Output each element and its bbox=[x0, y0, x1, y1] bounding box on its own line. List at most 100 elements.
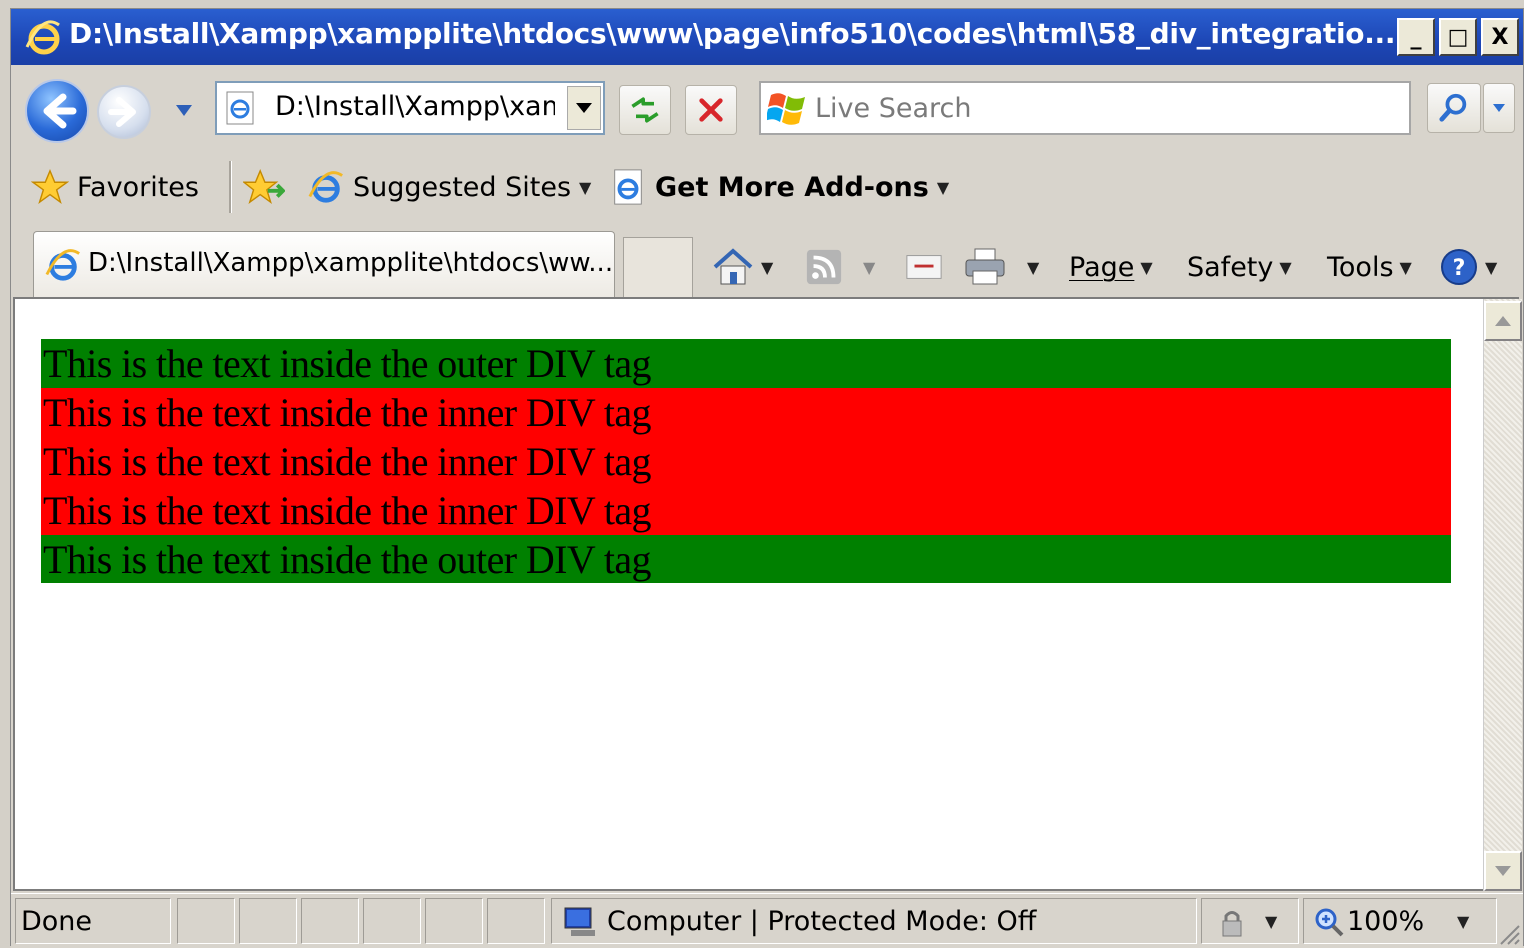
read-mail-button[interactable] bbox=[905, 243, 943, 291]
zoom-icon bbox=[1315, 908, 1344, 937]
print-button[interactable]: ▼ bbox=[963, 243, 1039, 291]
help-button[interactable]: ? ▼ bbox=[1439, 243, 1497, 291]
chevron-down-icon: ▼ bbox=[761, 257, 774, 277]
chevron-down-icon bbox=[1493, 104, 1505, 112]
outer-div-text-top: This is the text inside the outer DIV ta… bbox=[43, 341, 651, 386]
tools-menu-label: Tools bbox=[1327, 251, 1394, 283]
favorites-bar: Favorites Suggested Sites ▼ Get More Add… bbox=[11, 149, 1523, 229]
search-options-button[interactable] bbox=[1483, 83, 1515, 133]
safety-menu[interactable]: Safety ▼ bbox=[1187, 243, 1292, 291]
stop-button[interactable] bbox=[685, 85, 737, 135]
forward-arrow-icon bbox=[108, 97, 136, 127]
ie-logo-icon bbox=[308, 171, 343, 203]
chevron-down-icon bbox=[576, 103, 592, 113]
page-menu-label: Page bbox=[1069, 251, 1135, 283]
address-dropdown-button[interactable] bbox=[567, 86, 601, 130]
search-input[interactable]: Live Search bbox=[815, 93, 971, 124]
inner-div-text: This is the text inside the inner DIV ta… bbox=[43, 488, 651, 533]
arrow-down-icon bbox=[1495, 866, 1511, 876]
chevron-down-icon: ▼ bbox=[936, 177, 950, 197]
inner-div-text: This is the text inside the inner DIV ta… bbox=[43, 439, 651, 484]
scroll-down-button[interactable] bbox=[1484, 851, 1522, 891]
ie-logo-icon bbox=[25, 20, 60, 55]
ie-page-icon bbox=[614, 169, 642, 205]
safety-menu-label: Safety bbox=[1187, 251, 1274, 283]
chevron-down-icon: ▼ bbox=[1265, 912, 1278, 931]
windows-live-logo-icon bbox=[767, 93, 805, 125]
navigation-bar: D:\Install\Xampp\xamp Live Search bbox=[11, 67, 1523, 143]
resize-grip-icon[interactable] bbox=[1493, 918, 1521, 946]
chevron-down-icon: ▼ bbox=[1140, 257, 1153, 277]
status-pane bbox=[301, 898, 359, 944]
mail-icon bbox=[906, 255, 942, 279]
tab-current[interactable]: D:\Install\Xampp\xampplite\htdocs\ww... bbox=[33, 231, 615, 301]
history-dropdown-icon[interactable] bbox=[175, 103, 193, 119]
status-pane bbox=[487, 898, 545, 944]
arrow-up-icon bbox=[1495, 316, 1511, 326]
page-icon bbox=[226, 91, 254, 125]
ie-logo-icon bbox=[45, 249, 80, 281]
page-viewport: This is the text inside the outer DIV ta… bbox=[13, 297, 1519, 891]
search-button[interactable] bbox=[1427, 83, 1481, 133]
maximize-button[interactable]: □ bbox=[1439, 18, 1477, 56]
minimize-label: _ bbox=[1410, 24, 1422, 50]
title-bar[interactable]: D:\Install\Xampp\xampplite\htdocs\www\pa… bbox=[11, 9, 1523, 65]
status-pane bbox=[425, 898, 483, 944]
favorites-button[interactable]: Favorites bbox=[31, 159, 199, 215]
page-menu[interactable]: Page ▼ bbox=[1069, 243, 1153, 291]
address-input[interactable]: D:\Install\Xampp\xamp bbox=[275, 91, 555, 122]
favorites-separator bbox=[229, 161, 232, 213]
stop-icon bbox=[699, 98, 723, 122]
rss-feed-icon bbox=[806, 249, 842, 285]
chevron-down-icon: ▼ bbox=[1279, 257, 1292, 277]
search-box[interactable]: Live Search bbox=[759, 81, 1411, 135]
maximize-label: □ bbox=[1447, 24, 1469, 50]
status-bar: Done Computer | Protected Mode: Off ▼ 10… bbox=[11, 893, 1523, 948]
get-more-addons-label: Get More Add-ons bbox=[655, 171, 929, 203]
chevron-down-icon: ▼ bbox=[863, 257, 876, 277]
inner-div-text: This is the text inside the inner DIV ta… bbox=[43, 390, 651, 435]
close-button[interactable]: X bbox=[1481, 18, 1519, 56]
status-pane bbox=[239, 898, 297, 944]
svg-text:?: ? bbox=[1453, 256, 1466, 281]
star-icon bbox=[31, 168, 69, 205]
home-button[interactable]: ▼ bbox=[711, 243, 773, 291]
chevron-down-icon: ▼ bbox=[1027, 257, 1040, 277]
browser-window: D:\Install\Xampp\xampplite\htdocs\www\pa… bbox=[10, 8, 1524, 948]
zoom-level: 100% bbox=[1347, 906, 1425, 937]
scroll-up-button[interactable] bbox=[1484, 301, 1522, 341]
favorites-label: Favorites bbox=[77, 171, 199, 203]
add-to-favorites-button[interactable] bbox=[243, 159, 285, 215]
security-zone-text: Computer | Protected Mode: Off bbox=[607, 906, 1037, 937]
vertical-scrollbar[interactable] bbox=[1483, 299, 1522, 891]
inner-div: This is the text inside the inner DIV ta… bbox=[41, 388, 1451, 535]
search-icon bbox=[1439, 93, 1467, 122]
outer-div-text-bottom: This is the text inside the outer DIV ta… bbox=[43, 537, 651, 582]
close-label: X bbox=[1491, 24, 1509, 50]
forward-button[interactable] bbox=[97, 85, 151, 139]
feeds-button[interactable]: ▼ bbox=[805, 243, 875, 291]
help-icon: ? bbox=[1441, 249, 1477, 285]
tools-menu[interactable]: Tools ▼ bbox=[1327, 243, 1412, 291]
minimize-button[interactable]: _ bbox=[1397, 18, 1435, 56]
status-pane bbox=[363, 898, 421, 944]
chevron-down-icon: ▼ bbox=[1485, 257, 1498, 277]
chevron-down-icon: ▼ bbox=[1457, 912, 1470, 931]
chevron-down-icon: ▼ bbox=[1399, 257, 1412, 277]
back-button[interactable] bbox=[25, 79, 89, 143]
suggested-sites-button[interactable]: Suggested Sites ▼ bbox=[307, 159, 591, 215]
tab-label: D:\Install\Xampp\xampplite\htdocs\ww... bbox=[88, 248, 614, 278]
tab-bar: D:\Install\Xampp\xampplite\htdocs\ww... … bbox=[11, 231, 1523, 301]
address-bar[interactable]: D:\Install\Xampp\xamp bbox=[215, 81, 605, 135]
computer-icon bbox=[564, 907, 595, 936]
outer-div: This is the text inside the outer DIV ta… bbox=[41, 339, 1451, 583]
status-text: Done bbox=[21, 906, 93, 937]
status-pane bbox=[177, 898, 235, 944]
refresh-icon bbox=[631, 97, 659, 123]
suggested-sites-label: Suggested Sites bbox=[353, 171, 572, 203]
printer-icon bbox=[965, 248, 1005, 285]
refresh-button[interactable] bbox=[619, 85, 671, 135]
new-tab-button[interactable] bbox=[623, 237, 693, 301]
add-favorite-star-icon bbox=[243, 168, 285, 205]
get-more-addons-button[interactable]: Get More Add-ons ▼ bbox=[609, 159, 949, 215]
